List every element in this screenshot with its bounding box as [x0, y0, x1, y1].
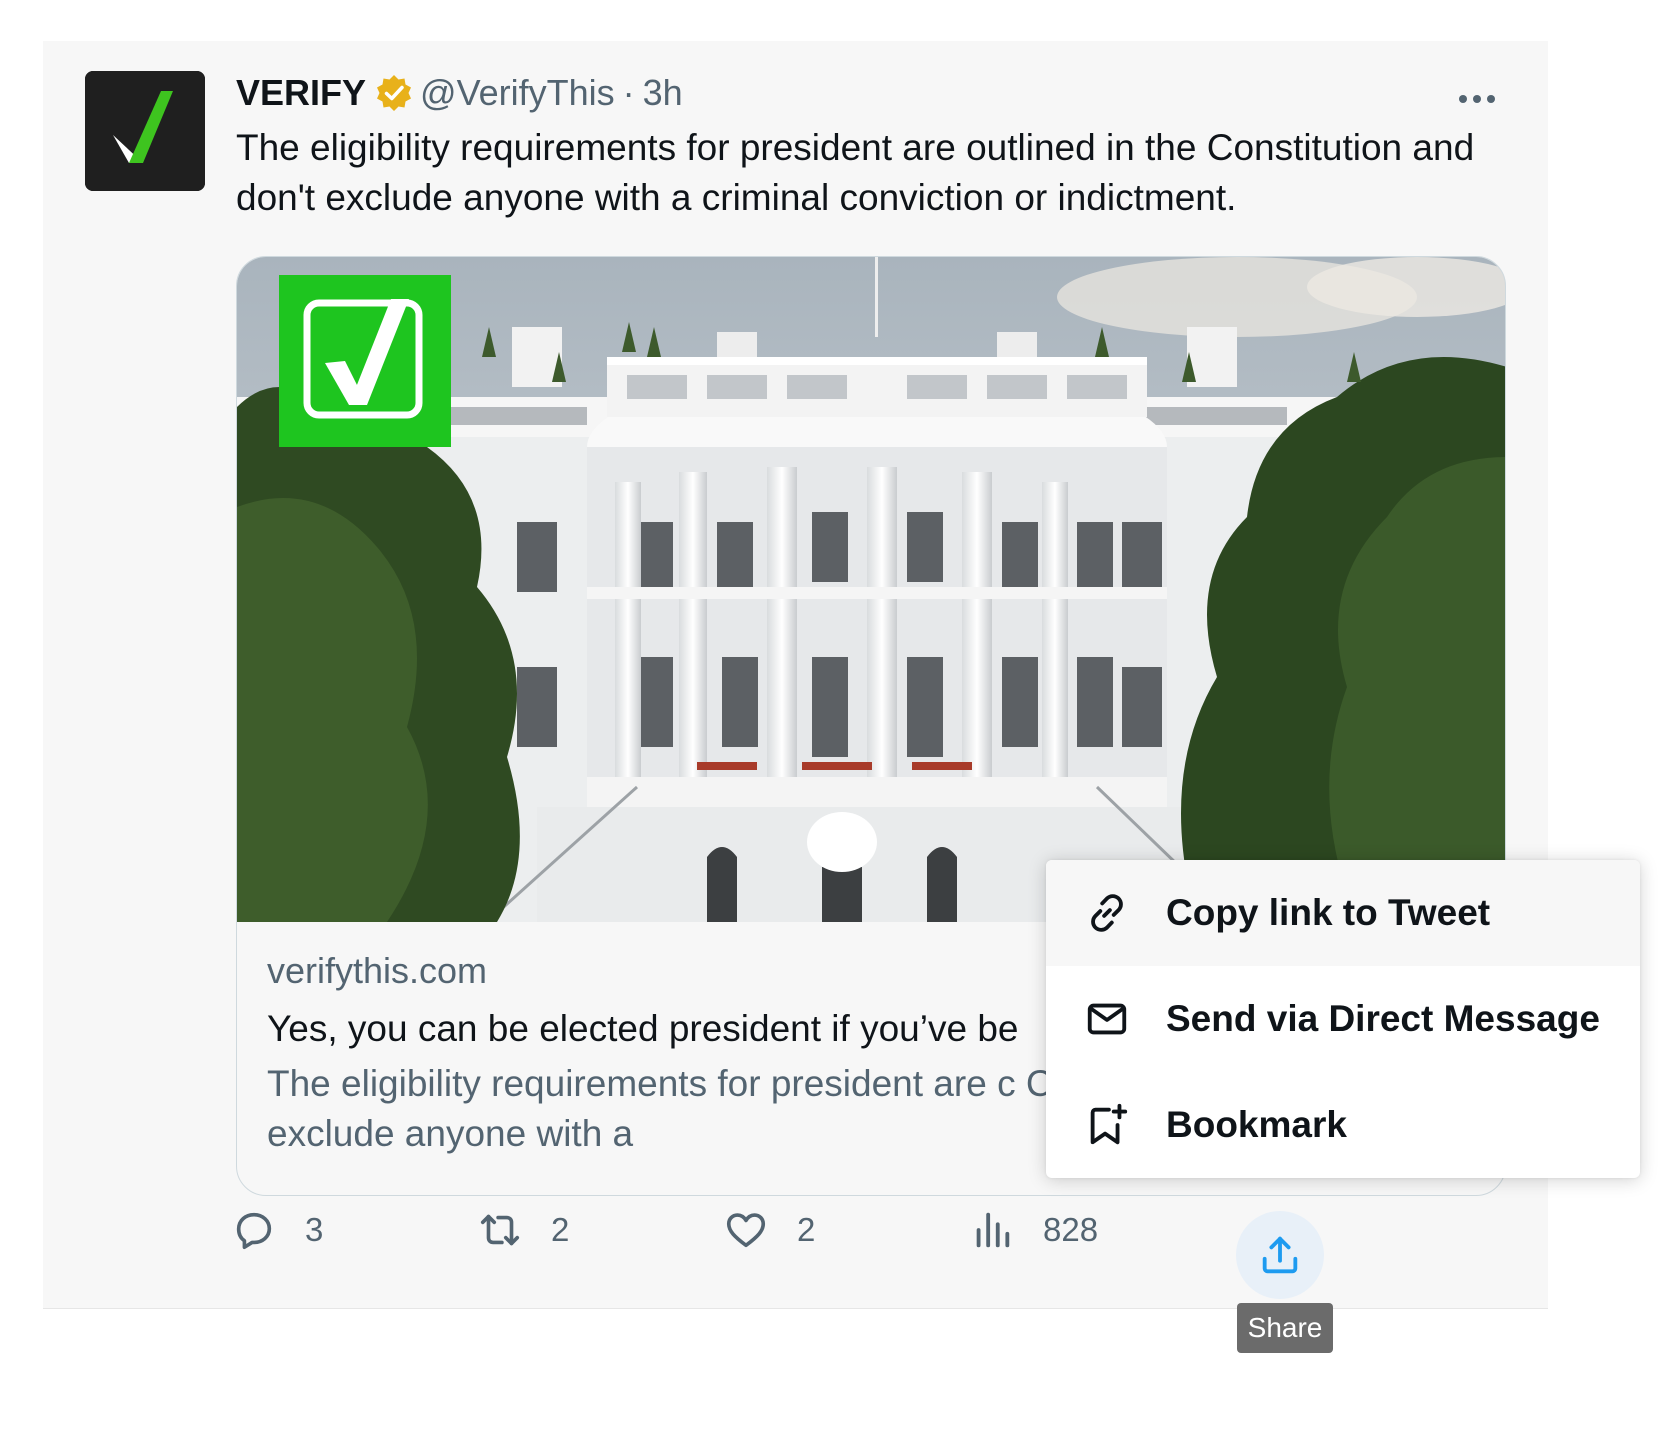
reply-button[interactable]: 3 — [231, 1190, 323, 1270]
retweet-icon — [477, 1207, 523, 1253]
heart-icon — [723, 1207, 769, 1253]
reply-count: 3 — [305, 1211, 324, 1248]
like-button[interactable]: 2 — [723, 1190, 815, 1270]
handle[interactable]: @VerifyThis — [420, 72, 615, 114]
separator-dot: · — [622, 72, 635, 113]
card-image[interactable] — [237, 257, 1505, 922]
tweet-header: VERIFY @VerifyThis · 3h — [236, 71, 683, 115]
mail-icon — [1084, 996, 1130, 1042]
menu-item-label: Send via Direct Message — [1166, 998, 1600, 1039]
verify-logo-icon — [85, 71, 205, 191]
timestamp[interactable]: 3h — [643, 72, 683, 114]
views-icon — [969, 1207, 1015, 1253]
link-icon — [1084, 890, 1130, 936]
retweet-button[interactable]: 2 — [477, 1190, 569, 1270]
tweet-actions: 3 2 2 828 — [193, 1190, 1293, 1270]
gold-verified-badge-icon[interactable] — [374, 73, 414, 113]
menu-item-copy-link[interactable]: Copy link to Tweet — [1046, 860, 1640, 966]
share-icon — [1262, 1236, 1298, 1274]
menu-item-direct-message[interactable]: Send via Direct Message — [1046, 966, 1640, 1072]
avatar[interactable] — [85, 71, 205, 191]
views-count: 828 — [1043, 1211, 1099, 1248]
tweet-text: The eligibility requirements for preside… — [236, 127, 1475, 218]
share-button[interactable] — [1236, 1211, 1324, 1299]
more-horizontal-icon[interactable] — [1455, 89, 1499, 109]
display-name[interactable]: VERIFY — [236, 72, 366, 114]
menu-item-bookmark[interactable]: Bookmark — [1046, 1072, 1640, 1178]
share-menu: Copy link to Tweet Send via Direct Messa… — [1046, 860, 1640, 1178]
menu-item-label: Bookmark — [1166, 1104, 1347, 1145]
menu-item-label: Copy link to Tweet — [1166, 892, 1491, 933]
like-count: 2 — [797, 1211, 816, 1248]
retweet-count: 2 — [551, 1211, 570, 1248]
bookmark-add-icon — [1084, 1102, 1130, 1148]
share-tooltip: Share — [1237, 1303, 1333, 1353]
reply-icon — [231, 1207, 277, 1253]
white-house-photo — [237, 257, 1505, 922]
views-button[interactable]: 828 — [969, 1190, 1098, 1270]
